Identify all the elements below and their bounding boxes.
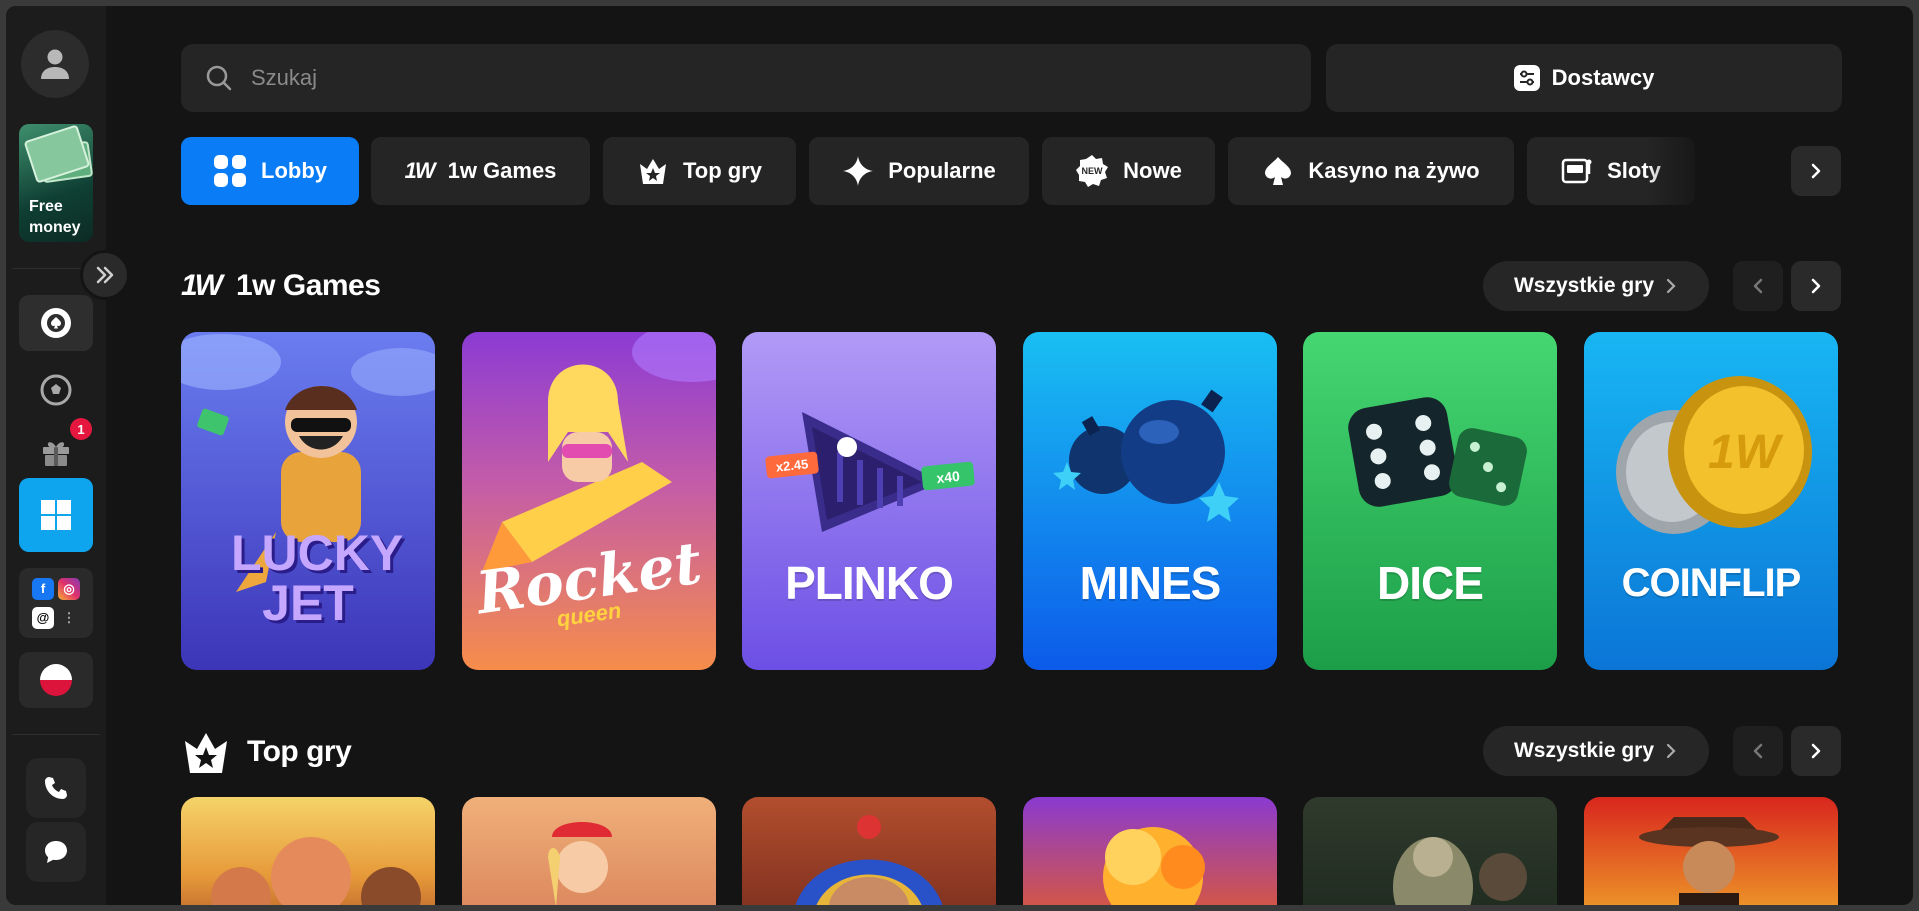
windows-app-button[interactable] [19,478,93,552]
bombs-image [1053,389,1239,522]
all-games-button-top[interactable]: Wszystkie gry [1483,726,1709,776]
carousel-prev-button[interactable] [1733,261,1783,311]
tab-live-casino[interactable]: Kasyno na żywo [1228,137,1514,205]
chevron-right-icon [1811,743,1821,759]
search-icon [206,65,232,91]
game-thumbnail-image [1103,827,1205,905]
profile-button[interactable] [21,30,89,98]
chat-button[interactable] [26,822,86,882]
sidebar-item-casino[interactable] [19,295,93,351]
category-tabs: Lobby 1W 1w Games Top gry Popularne NEW … [181,137,1756,205]
game-card-coinflip[interactable]: 1W COINFLIP [1584,332,1838,670]
game-card-top-2[interactable] [462,797,716,905]
new-badge-icon: NEW [1076,155,1109,187]
sidebar: Free money 1 f ◎ @ ⋮ [6,6,106,905]
game-card-top-5[interactable] [1303,797,1557,905]
grid-icon [214,155,246,187]
app-window: Free money 1 f ◎ @ ⋮ Szukaj Dostawcy Lob… [6,6,1913,905]
social-links: f ◎ @ ⋮ [19,568,93,638]
soccer-ball-icon [40,374,72,406]
game-card-top-1[interactable] [181,797,435,905]
svg-text:NEW: NEW [1082,166,1104,176]
star-crown-icon [639,159,666,184]
double-chevron-right-icon [96,266,114,284]
notification-badge: 1 [70,418,92,440]
game-thumbnail-image [1639,817,1779,905]
game-card-rocket-queen[interactable]: Rocket queen [462,332,716,670]
game-title: PLINKO [785,557,954,609]
game-title: LUCKY JET [231,525,404,631]
game-card-top-3[interactable] [742,797,996,905]
game-thumbnail-image [1393,837,1527,905]
carousel-next-button[interactable] [1791,261,1841,311]
instagram-icon[interactable]: ◎ [58,577,80,600]
star-crown-icon [185,733,227,773]
coin-logo: 1W [1708,426,1784,479]
1w-logo-icon: 1W [404,158,436,183]
call-button[interactable] [26,758,86,818]
chevron-right-icon [1811,163,1821,179]
game-thumbnail-image [795,815,943,905]
multiplier-tag: x40 [936,468,961,486]
dice-image [1348,397,1527,507]
poland-flag-icon [40,664,72,696]
sidebar-item-sports[interactable] [19,362,93,418]
slot-machine-icon [1561,158,1592,184]
chat-bubble-icon [45,841,67,863]
coins-image: 1W [1616,376,1812,534]
plinko-pyramid-image: x2.45 x40 [765,412,975,532]
game-card-mines[interactable]: MINES [1023,332,1277,670]
providers-button[interactable]: Dostawcy [1326,44,1842,112]
windows-icon [41,500,71,530]
spade-icon [1265,157,1292,185]
facebook-icon[interactable]: f [32,577,54,600]
game-card-top-6[interactable] [1584,797,1838,905]
chevron-right-icon [1811,278,1821,294]
1w-logo-icon: 1W [181,269,223,302]
game-card-lucky-jet[interactable]: LUCKY JET [181,332,435,670]
threads-icon[interactable]: @ [32,606,54,629]
gift-icon [43,442,69,466]
free-money-label: Free money [29,198,81,236]
phone-icon [45,777,67,799]
game-card-dice[interactable]: DICE [1303,332,1557,670]
tab-1w-games[interactable]: 1W 1w Games [371,137,590,205]
casino-chip-icon [41,308,71,338]
main-content: Szukaj Dostawcy Lobby 1W 1w Games Top gr… [106,6,1913,905]
chevron-right-icon [1666,743,1676,759]
game-title: COINFLIP [1621,561,1802,605]
sparkle-icon [843,156,874,186]
section-title-top-games: Top gry [181,730,352,774]
chevron-left-icon [1753,743,1763,759]
search-input[interactable]: Szukaj [181,44,1311,112]
chevron-left-icon [1753,278,1763,294]
language-selector[interactable] [19,652,93,708]
search-placeholder: Szukaj [251,65,318,90]
game-title: DICE [1377,557,1484,609]
game-thumbnail-image [211,837,421,905]
tab-new[interactable]: NEW Nowe [1042,137,1215,205]
all-games-button-1w[interactable]: Wszystkie gry [1483,261,1709,311]
game-card-plinko[interactable]: x2.45 x40 PLINKO [742,332,996,670]
game-title: MINES [1079,557,1222,609]
more-icon[interactable]: ⋮ [58,607,80,629]
tab-top-games[interactable]: Top gry [603,137,796,205]
user-icon [41,49,69,79]
tab-lobby[interactable]: Lobby [181,137,359,205]
providers-label: Dostawcy [1551,65,1655,90]
filter-sliders-icon [1513,65,1540,91]
categories-next-button[interactable] [1791,146,1841,196]
sidebar-collapse-button[interactable] [80,250,130,300]
section-title-1w-games: 1W 1w Games [181,269,381,302]
chevron-right-icon [1666,278,1676,294]
free-money-promo[interactable]: Free money [19,124,93,242]
game-thumbnail-image [548,822,612,905]
carousel-next-button[interactable] [1791,726,1841,776]
game-card-top-4[interactable] [1023,797,1277,905]
carousel-prev-button[interactable] [1733,726,1783,776]
tab-popular[interactable]: Popularne [809,137,1029,205]
